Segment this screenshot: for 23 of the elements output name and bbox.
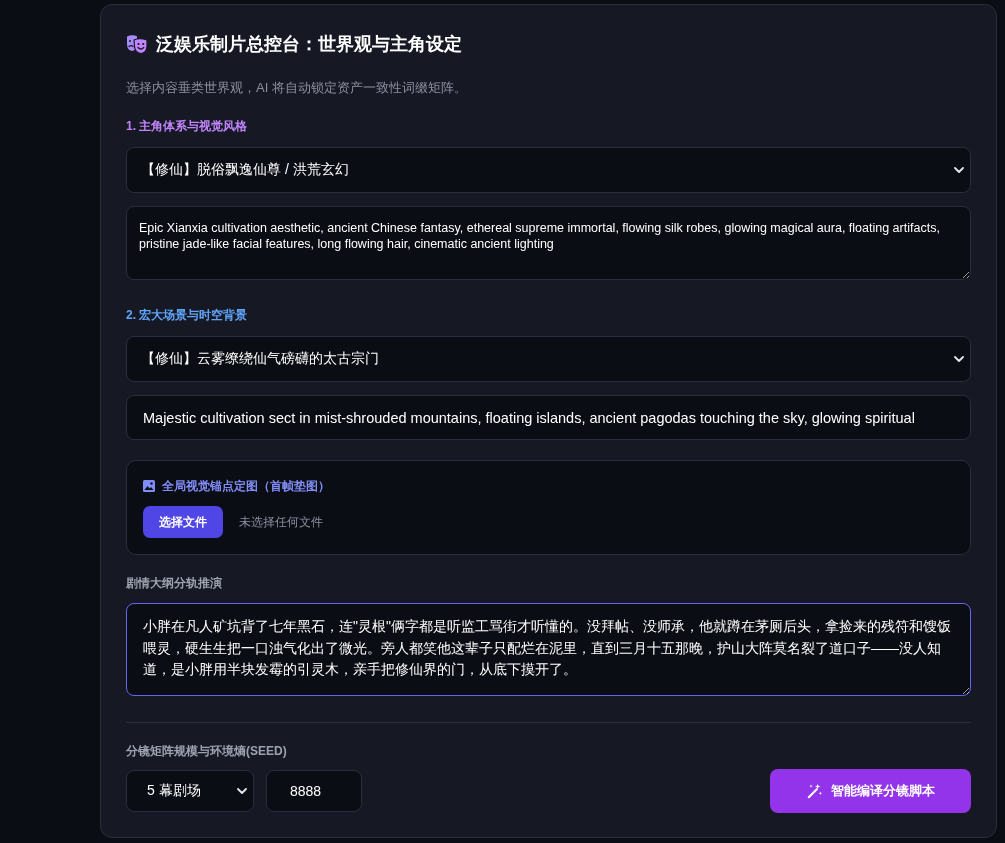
character-prompt-field[interactable]: Epic Xianxia cultivation aesthetic, ancient Chinese fantasy, ethereal supreme immortal, flowing silk robes, glowing magical aura, floating artifacts, pristine jade-like facial features, long flowing hair, cinematic ancient lighting: [126, 206, 971, 280]
scene-count-select[interactable]: 5 幕剧场: [126, 770, 254, 812]
chevron-down-icon: [954, 356, 964, 362]
chevron-down-icon: [954, 167, 964, 173]
plot-outline-field[interactable]: 小胖在凡人矿坑背了七年黑石，连"灵根"俩字都是听监工骂街才听懂的。没拜帖、没师承，他就蹲在茅厕后头，拿捡来的残符和馊饭喂灵，硬生生把一口浊气化出了微光。旁人都笑他这辈子只配烂在泥里，直到三月十五那晚，护山大阵莫名裂了道口子——没人知道，是小胖用半块发霉的引灵木，亲手把修仙界的门，从底下摸开了。: [126, 603, 971, 696]
section-label: 分镜矩阵规模与环境熵(SEED): [126, 743, 287, 759]
section-label: 剧情大纲分轨推演: [126, 575, 222, 591]
character-style-select[interactable]: 【修仙】脱俗飘逸仙尊 / 洪荒玄幻: [126, 147, 971, 193]
magic-wand-icon: [806, 783, 823, 799]
scene-select[interactable]: 【修仙】云雾缭绕仙气磅礴的太古宗门: [126, 336, 971, 382]
compile-script-button[interactable]: 智能编译分镜脚本: [770, 769, 971, 813]
image-icon: [143, 480, 155, 492]
file-status-text: 未选择任何文件: [239, 513, 323, 531]
upload-label: 全局视觉锚点定图（首帧垫图）: [162, 478, 330, 494]
panel-title: 泛娱乐制片总控台：世界观与主角设定: [156, 33, 462, 56]
seed-field[interactable]: 8888: [266, 770, 362, 812]
section-label: 1. 主角体系与视觉风格: [126, 118, 248, 134]
section-label: 2. 宏大场景与时空背景: [126, 307, 248, 323]
theater-masks-icon: [126, 34, 148, 54]
scene-prompt-field[interactable]: Majestic cultivation sect in mist-shrouded mountains, floating islands, ancient pagodas touching the sky, glowing spiritual: [126, 395, 971, 440]
choose-file-button[interactable]: 选择文件: [143, 506, 223, 538]
panel-subtitle: 选择内容垂类世界观，AI 将自动锁定资产一致性词缀矩阵。: [126, 79, 467, 97]
chevron-down-icon: [237, 788, 247, 794]
